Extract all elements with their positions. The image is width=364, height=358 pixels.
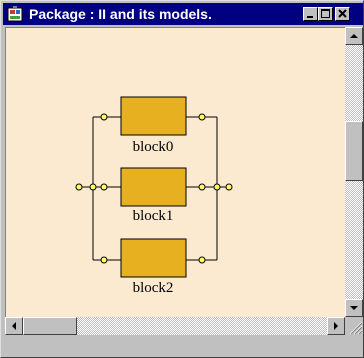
maximize-button[interactable] xyxy=(318,7,333,21)
output-junction-port xyxy=(213,183,221,191)
scroll-right-button[interactable] xyxy=(327,317,345,335)
title-bar[interactable]: Package : II and its models. xyxy=(3,3,363,25)
arrow-up-icon xyxy=(350,34,358,38)
resize-grip-icon xyxy=(349,321,363,335)
block0-label: block0 xyxy=(133,139,174,155)
external-input-port xyxy=(75,183,83,191)
block0-output-port xyxy=(198,113,206,121)
block2-body xyxy=(120,238,187,278)
block2-output-port xyxy=(198,256,206,264)
maximize-icon xyxy=(321,9,330,18)
block1-label: block1 xyxy=(133,208,174,224)
arrow-down-icon xyxy=(350,306,358,310)
window-title: Package : II and its models. xyxy=(29,6,212,22)
resize-grip[interactable] xyxy=(345,317,363,335)
block1-body xyxy=(120,167,187,207)
scroll-up-button[interactable] xyxy=(345,27,363,45)
block2-input-port xyxy=(100,256,108,264)
block0-input-port xyxy=(100,113,108,121)
block2-label: block2 xyxy=(133,280,174,296)
arrow-left-icon xyxy=(12,322,16,330)
diagram-canvas[interactable]: block0 block1 block2 xyxy=(5,27,345,317)
arrow-right-icon xyxy=(334,322,338,330)
package-app-icon[interactable] xyxy=(7,6,23,22)
horizontal-scroll-thumb[interactable] xyxy=(23,317,77,335)
minimize-icon xyxy=(307,16,313,18)
external-output-port xyxy=(225,183,233,191)
block0-body xyxy=(120,96,187,136)
block1-output-port xyxy=(198,183,206,191)
block1-input-port xyxy=(100,183,108,191)
vertical-scroll-thumb[interactable] xyxy=(345,121,363,181)
scroll-left-button[interactable] xyxy=(5,317,23,335)
scroll-down-button[interactable] xyxy=(345,299,363,317)
block2[interactable]: block2 xyxy=(93,238,217,296)
close-button[interactable] xyxy=(335,7,350,21)
horizontal-scrollbar[interactable] xyxy=(5,317,345,335)
block0[interactable]: block0 xyxy=(93,96,217,155)
block1[interactable]: block1 xyxy=(93,167,217,224)
vertical-scrollbar[interactable] xyxy=(345,27,363,317)
close-icon xyxy=(338,9,347,18)
block-diagram: block0 block1 block2 xyxy=(75,96,233,296)
input-junction-port xyxy=(89,183,97,191)
package-window: Package : II and its models. block0 bloc… xyxy=(0,0,364,358)
minimize-button[interactable] xyxy=(303,7,318,21)
window-bottom-frame xyxy=(3,335,363,357)
